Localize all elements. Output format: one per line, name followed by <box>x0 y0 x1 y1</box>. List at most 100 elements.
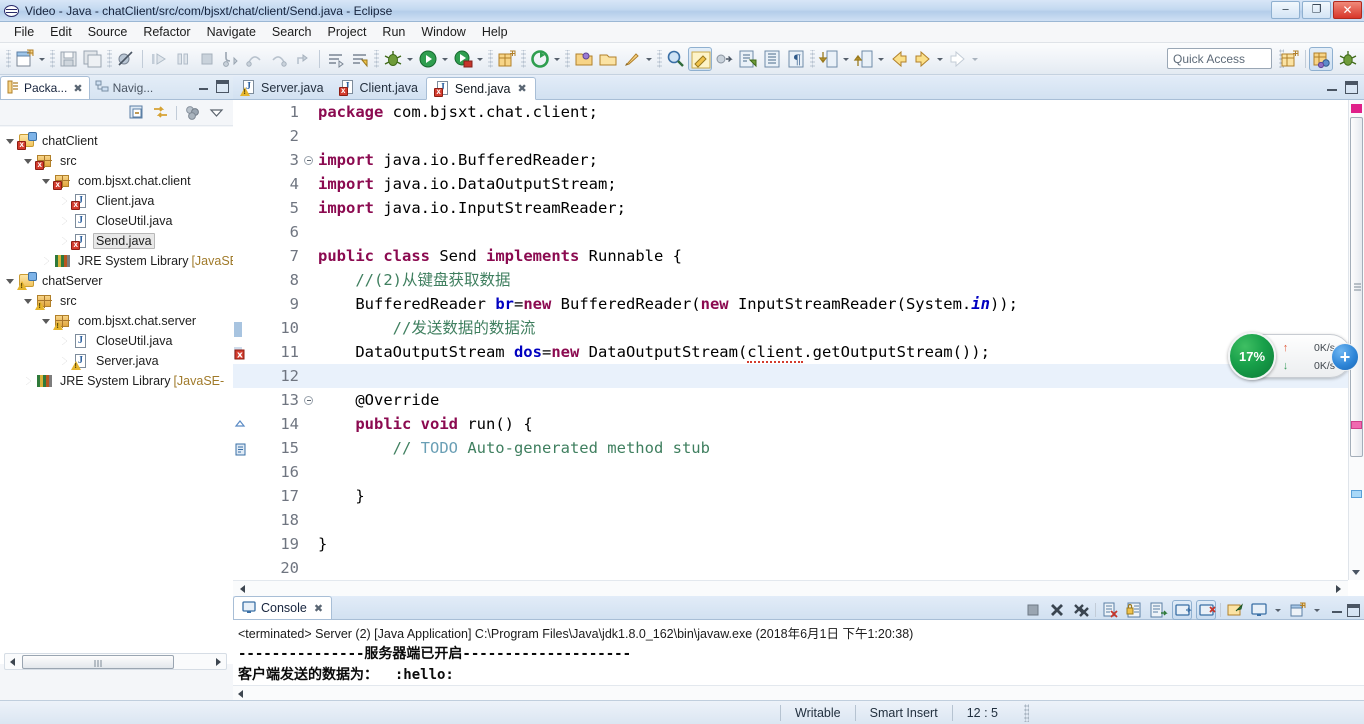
collapse-arrow-icon[interactable] <box>4 134 18 148</box>
search-icon[interactable] <box>664 47 688 71</box>
code-line-19[interactable]: 19} <box>233 532 1348 556</box>
back-icon[interactable] <box>887 47 911 71</box>
show-console-on-output-icon[interactable] <box>1172 600 1192 620</box>
quick-access-input[interactable]: Quick Access <box>1167 48 1272 69</box>
new-wizard-icon[interactable] <box>13 47 37 71</box>
expand-arrow-icon[interactable] <box>22 374 36 388</box>
code-line-17[interactable]: 17 } <box>233 484 1348 508</box>
maximize-button[interactable]: ❐ <box>1302 1 1331 19</box>
terminate-icon[interactable] <box>1023 600 1043 620</box>
menu-edit[interactable]: Edit <box>42 23 80 41</box>
code-line-5[interactable]: 5 import java.io.InputStreamReader; <box>233 196 1348 220</box>
tree-node-jre-system-library[interactable]: JRE System Library [JavaSE- <box>0 371 233 391</box>
view-tab-close-icon[interactable]: ✖ <box>73 82 82 95</box>
open-task-icon[interactable] <box>736 47 760 71</box>
code-line-7[interactable]: 7 public class Send implements Runnable { <box>233 244 1348 268</box>
new-dropdown-arrow[interactable] <box>37 47 48 71</box>
code-line-11[interactable]: 11 x DataOutputStream dos=new DataOutputS… <box>233 340 1348 364</box>
maximize-editor-icon[interactable] <box>1345 81 1358 94</box>
tree-node-client-java[interactable]: Client.java <box>0 191 233 211</box>
console-tab-close-icon[interactable]: ✖ <box>314 602 323 615</box>
save-icon[interactable] <box>57 47 81 71</box>
code-line-1[interactable]: 1 package com.bjsxt.chat.client; <box>233 100 1348 124</box>
new-java-project-icon[interactable] <box>495 47 519 71</box>
forward-dropdown-arrow[interactable] <box>935 47 946 71</box>
menu-project[interactable]: Project <box>320 23 375 41</box>
menu-refactor[interactable]: Refactor <box>135 23 198 41</box>
link-with-editor-icon[interactable] <box>152 104 169 121</box>
code-scroll[interactable]: 1 package com.bjsxt.chat.client; 2 3 import … <box>233 100 1348 580</box>
display-dropdown-arrow[interactable] <box>1273 598 1284 622</box>
menu-search[interactable]: Search <box>264 23 320 41</box>
show-console-on-error-icon[interactable] <box>1196 600 1216 620</box>
expand-arrow-icon[interactable] <box>58 334 72 348</box>
view-tab-navigator[interactable]: Navig... <box>90 76 160 99</box>
expand-arrow-icon[interactable] <box>58 194 72 208</box>
tree-node-closeutil-java[interactable]: CloseUtil.java <box>0 211 233 231</box>
new-class-icon[interactable] <box>620 47 644 71</box>
changed-line-marker[interactable] <box>234 320 248 337</box>
save-all-icon[interactable] <box>81 47 105 71</box>
tree-node-closeutil-java[interactable]: CloseUtil.java <box>0 331 233 351</box>
menu-help[interactable]: Help <box>474 23 516 41</box>
project-tree[interactable]: chatClientsrccom.bjsxt.chat.clientClient… <box>0 127 233 664</box>
toolbar-drag-handle[interactable] <box>6 49 11 68</box>
external-tools-icon[interactable] <box>528 47 552 71</box>
menu-file[interactable]: File <box>6 23 42 41</box>
code-line-2[interactable]: 2 <box>233 124 1348 148</box>
tree-node-src[interactable]: src <box>0 151 233 171</box>
code-scroll-right-arrow[interactable] <box>1331 581 1346 596</box>
collapse-arrow-icon[interactable] <box>22 154 36 168</box>
code-line-15[interactable]: 15 // TODO Auto-generated method stub <box>233 436 1348 460</box>
external-tools-dropdown-arrow[interactable] <box>552 47 563 71</box>
show-whitespace-icon[interactable] <box>760 47 784 71</box>
display-selected-console-icon[interactable] <box>1249 600 1269 620</box>
forward-nav-dropdown-arrow[interactable] <box>970 47 981 71</box>
pilcrow-icon[interactable]: ¶ <box>784 47 808 71</box>
tree-node-server-java[interactable]: Server.java <box>0 351 233 371</box>
code-line-16[interactable]: 16 <box>233 460 1348 484</box>
minimize-editor-icon[interactable] <box>1326 82 1338 94</box>
java-perspective-icon[interactable] <box>1309 47 1333 71</box>
tree-node-send-java[interactable]: Send.java <box>0 231 233 251</box>
open-perspective-icon[interactable] <box>1278 47 1302 71</box>
code-line-13[interactable]: 13 @Override <box>233 388 1348 412</box>
editor-tab-close-icon[interactable]: ✖ <box>518 82 527 95</box>
scroll-down-arrow[interactable] <box>1349 565 1364 580</box>
debug-icon[interactable] <box>381 47 405 71</box>
cpu-usage-circle[interactable]: 17% <box>1228 332 1276 380</box>
remove-launch-icon[interactable] <box>1047 600 1067 620</box>
expand-arrow-icon[interactable] <box>58 354 72 368</box>
override-marker-icon[interactable] <box>234 416 248 431</box>
overview-warning-marker[interactable] <box>1351 421 1362 429</box>
console-output[interactable]: <terminated> Server (2) [Java Applicatio… <box>233 620 1364 700</box>
editor-tab-client-java[interactable]: Client.java <box>332 76 426 99</box>
link-editor-icon[interactable] <box>712 47 736 71</box>
tree-node-jre-system-library[interactable]: JRE System Library [JavaSE- <box>0 251 233 271</box>
open-type-icon[interactable] <box>596 47 620 71</box>
overview-task-marker[interactable] <box>1351 490 1362 498</box>
editor-horizontal-scrollbar[interactable] <box>233 580 1348 596</box>
expand-arrow-icon[interactable] <box>58 234 72 248</box>
code-line-9[interactable]: 9 BufferedReader br=new BufferedReader(n… <box>233 292 1348 316</box>
next-annotation-icon[interactable] <box>324 47 348 71</box>
coverage-icon[interactable] <box>451 47 475 71</box>
code-line-3[interactable]: 3 import java.io.BufferedReader; <box>233 148 1348 172</box>
editor-tab-server-java[interactable]: Server.java <box>233 76 332 99</box>
tree-node-chatclient[interactable]: chatClient <box>0 131 233 151</box>
previous-annotation-icon[interactable] <box>348 47 372 71</box>
debug-perspective-icon[interactable] <box>1336 47 1360 71</box>
maximize-console-icon[interactable] <box>1347 603 1360 617</box>
code-scroll-left-arrow[interactable] <box>235 581 250 596</box>
remove-all-launches-icon[interactable] <box>1071 600 1091 620</box>
debug-dropdown-arrow[interactable] <box>405 47 416 71</box>
minimize-console-icon[interactable] <box>1331 604 1343 616</box>
tree-node-chatserver[interactable]: chatServer <box>0 271 233 291</box>
minimize-button[interactable]: – <box>1271 1 1300 19</box>
scroll-lock-icon[interactable] <box>1124 600 1144 620</box>
tree-node-src[interactable]: src <box>0 291 233 311</box>
focus-on-active-task-icon[interactable] <box>184 104 201 121</box>
fold-collapse-icon[interactable] <box>304 156 313 165</box>
package-explorer-hscrollbar[interactable] <box>4 653 227 670</box>
menu-source[interactable]: Source <box>80 23 136 41</box>
